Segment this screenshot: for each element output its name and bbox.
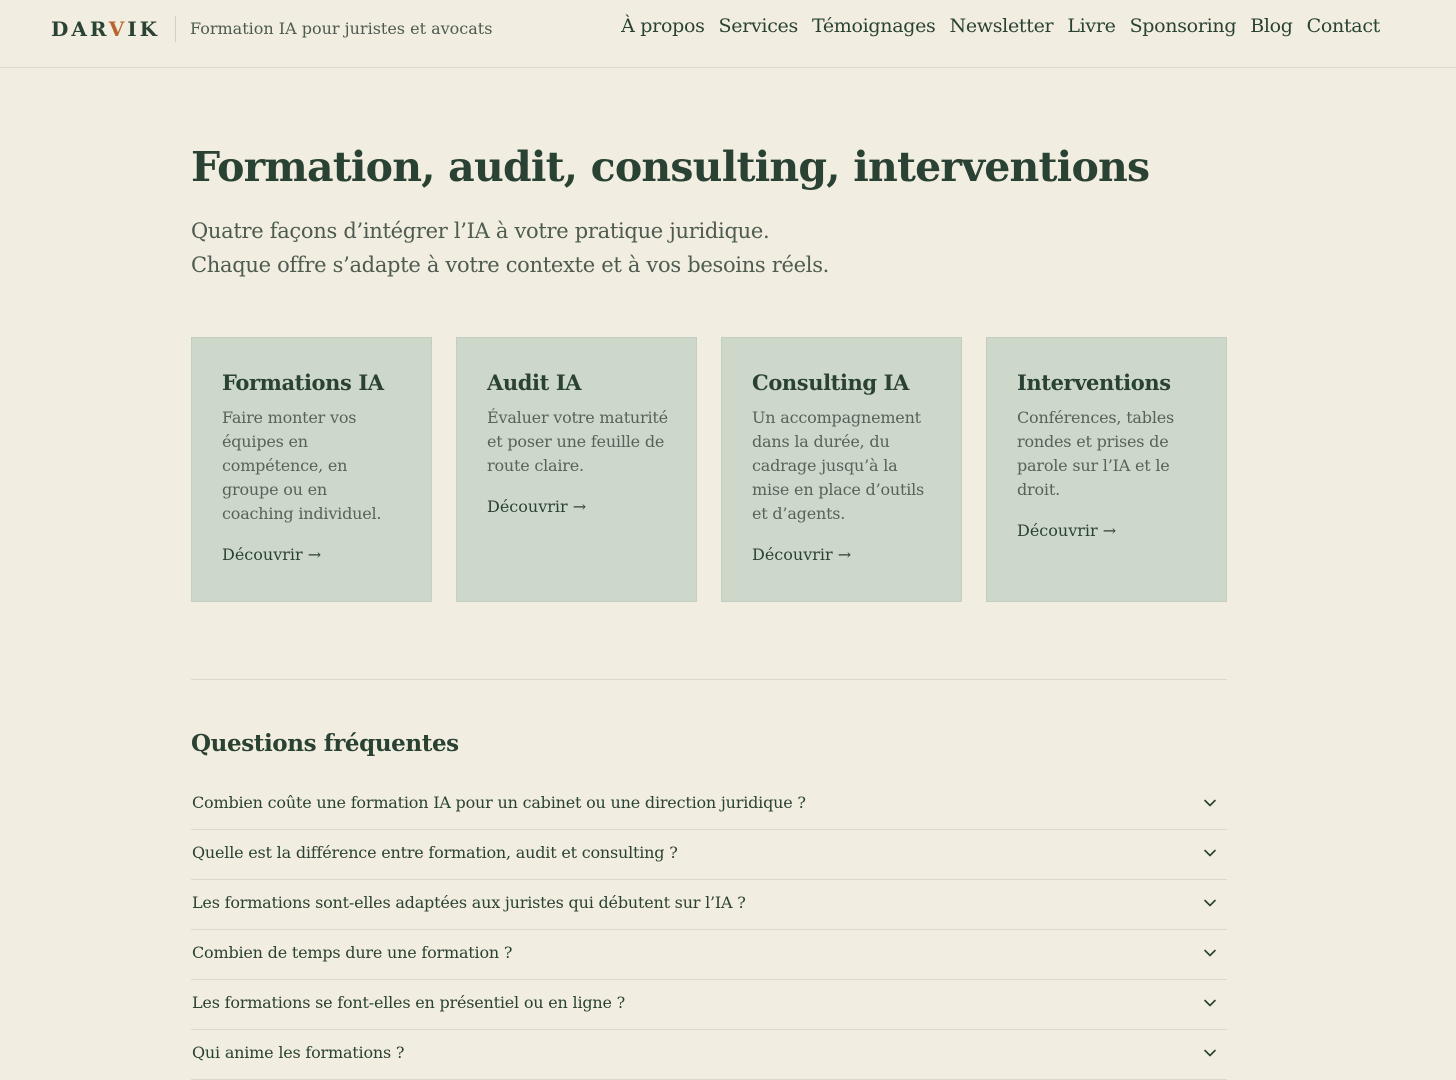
nav-link-a-propos[interactable]: À propos [621,15,705,37]
site-logo[interactable]: DARVIK [51,17,160,41]
page-subtitle-line-2: Chaque offre s’adapte à votre contexte e… [191,253,830,277]
faq-question: Combien de temps dure une formation ? [192,943,513,962]
service-card-formations: Formations IA Faire monter vos équipes e… [191,337,432,602]
service-card-consulting: Consulting IA Un accompagnement dans la … [721,337,962,602]
service-card-interventions: Interventions Conférences, tables rondes… [986,337,1227,602]
nav-link-newsletter[interactable]: Newsletter [950,15,1054,37]
discover-link-consulting[interactable]: Découvrir → [752,545,851,564]
chevron-down-icon [1204,949,1216,956]
chevron-down-icon [1204,999,1216,1006]
chevron-down-icon [1204,849,1216,856]
card-title: Interventions [1017,370,1171,395]
faq-question: Quelle est la différence entre formation… [192,843,678,862]
discover-link-formations[interactable]: Découvrir → [222,545,321,564]
card-description: Un accompagnement dans la durée, du cadr… [752,408,925,523]
faq-question: Qui anime les formations ? [192,1043,405,1062]
faq-item[interactable]: Combien de temps dure une formation ? [191,930,1227,980]
site-header: DARVIK Formation IA pour juristes et avo… [0,0,1456,68]
card-description: Conférences, tables rondes et prises de … [1017,408,1175,499]
faq-item[interactable]: Les formations se font-elles en présenti… [191,980,1227,1030]
page-subtitle-line-1: Quatre façons d’intégrer l’IA à votre pr… [191,219,770,243]
nav-link-sponsoring[interactable]: Sponsoring [1130,15,1237,37]
nav-link-temoignages[interactable]: Témoignages [812,15,936,37]
faq-item[interactable]: Combien coûte une formation IA pour un c… [191,780,1227,830]
logo-text-accent: V [108,17,128,41]
faq-question: Les formations sont-elles adaptées aux j… [192,893,746,912]
chevron-down-icon [1204,1049,1216,1056]
logo-text-end: IK [127,17,161,41]
faq-item[interactable]: Quelle est la différence entre formation… [191,830,1227,880]
faq-list: Combien coûte une formation IA pour un c… [191,780,1227,1080]
faq-title: Questions fréquentes [191,730,459,757]
nav-link-livre[interactable]: Livre [1067,15,1116,37]
faq-item[interactable]: Les formations sont-elles adaptées aux j… [191,880,1227,930]
faq-question: Combien coûte une formation IA pour un c… [192,793,806,812]
service-cards: Formations IA Faire monter vos équipes e… [191,337,1227,602]
page-subtitle: Quatre façons d’intégrer l’IA à votre pr… [191,214,829,282]
logo-text-start: DAR [51,17,109,41]
card-description: Faire monter vos équipes en compétence, … [222,408,382,523]
nav-link-blog[interactable]: Blog [1250,15,1293,37]
discover-link-audit[interactable]: Découvrir → [487,497,586,516]
main-nav: À propos Services Témoignages Newsletter… [621,15,1380,37]
header-divider [175,16,176,42]
discover-link-interventions[interactable]: Découvrir → [1017,521,1116,540]
card-title: Audit IA [487,370,582,395]
service-card-audit: Audit IA Évaluer votre maturité et poser… [456,337,697,602]
nav-link-contact[interactable]: Contact [1307,15,1381,37]
site-tagline: Formation IA pour juristes et avocats [190,19,493,38]
nav-link-services[interactable]: Services [719,15,799,37]
section-divider [191,679,1227,680]
card-title: Consulting IA [752,370,909,395]
faq-question: Les formations se font-elles en présenti… [192,993,626,1012]
chevron-down-icon [1204,899,1216,906]
faq-item[interactable]: Qui anime les formations ? [191,1030,1227,1080]
chevron-down-icon [1204,799,1216,806]
card-title: Formations IA [222,370,384,395]
page-title: Formation, audit, consulting, interventi… [191,143,1150,191]
card-description: Évaluer votre maturité et poser une feui… [487,408,668,475]
